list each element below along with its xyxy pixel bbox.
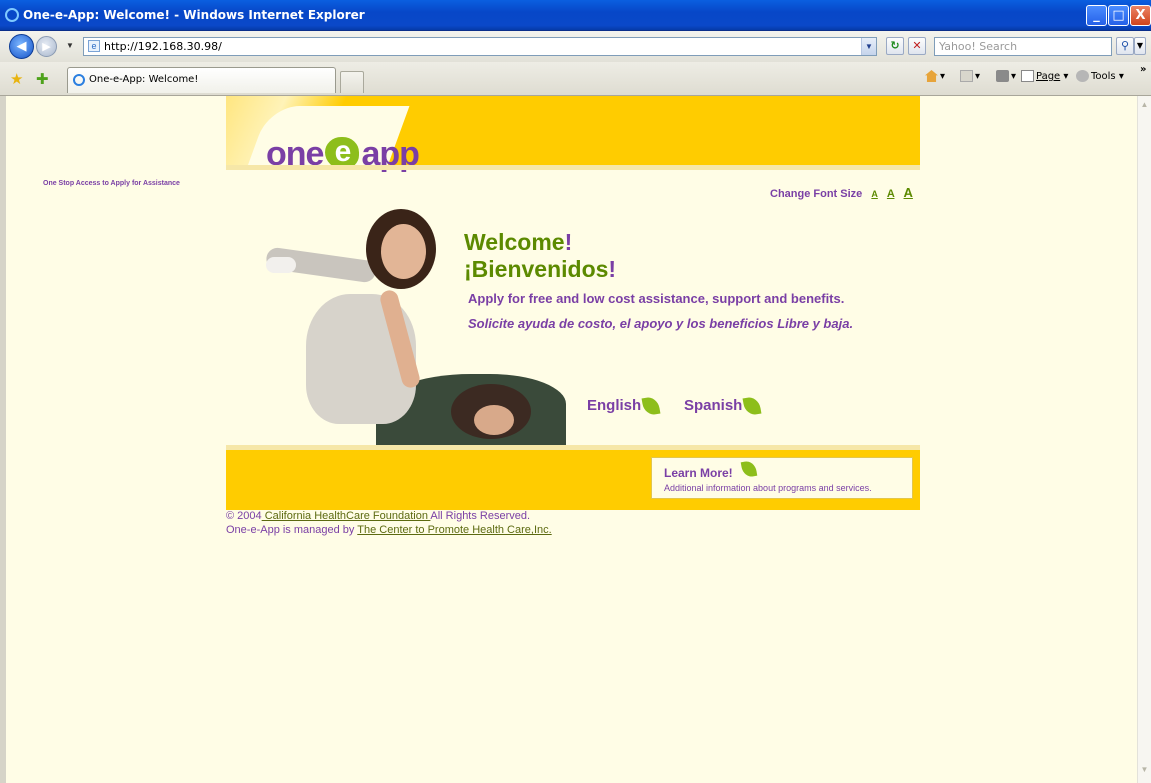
forward-button[interactable]: ▶	[36, 36, 57, 57]
managed-by-text: One-e-App is managed by	[226, 524, 358, 536]
font-size-medium-link[interactable]: A	[887, 188, 895, 200]
tools-menu-label: Tools	[1091, 71, 1116, 82]
bienvenidos-bang: !	[608, 256, 617, 282]
font-size-label: Change Font Size	[770, 188, 863, 200]
site-header-banner: one e app	[226, 96, 920, 173]
scroll-down-icon[interactable]: ▼	[1138, 763, 1151, 777]
add-favorites-icon[interactable]: ✚	[36, 70, 49, 88]
tab-active[interactable]: One-e-App: Welcome!	[67, 67, 336, 93]
scroll-up-icon[interactable]: ▲	[1138, 98, 1151, 112]
english-link[interactable]: English	[587, 395, 661, 417]
search-button[interactable]: ⚲	[1116, 37, 1134, 55]
center-link[interactable]: The Center to Promote Health Care,Inc.	[357, 524, 551, 536]
photo-adult-face	[474, 405, 514, 435]
rights-text: All Rights Reserved.	[430, 510, 531, 522]
spanish-label: Spanish	[684, 397, 743, 414]
stop-button[interactable]: ✕	[908, 37, 926, 55]
ie-logo-icon	[5, 8, 19, 22]
title-bar: One-e-App: Welcome! - Windows Internet E…	[0, 0, 1151, 31]
search-input[interactable]: Yahoo! Search	[934, 37, 1112, 56]
new-tab-button[interactable]	[340, 71, 364, 93]
refresh-button[interactable]: ↻	[886, 37, 904, 55]
tab-toolbar: ★ ✚ One-e-App: Welcome! ▾ ▾ ▾ Page ▾ Too…	[0, 62, 1151, 96]
footer-band: Learn More! Additional information about…	[226, 450, 920, 510]
vertical-scrollbar[interactable]: ▲ ▼	[1137, 96, 1151, 783]
learn-more-box[interactable]: Learn More! Additional information about…	[651, 457, 913, 499]
window-title: One-e-App: Welcome! - Windows Internet E…	[23, 8, 365, 22]
home-icon	[925, 70, 938, 82]
page-menu-label: Page	[1036, 71, 1061, 82]
header-divider	[226, 165, 920, 170]
page-menu[interactable]: Page ▾	[1021, 70, 1068, 82]
page-icon: e	[88, 40, 100, 52]
welcome-bang: !	[564, 229, 573, 255]
back-button[interactable]: ◀	[9, 34, 34, 59]
print-button[interactable]: ▾	[996, 70, 1016, 82]
learn-more-title: Learn More!	[664, 466, 733, 480]
home-button[interactable]: ▾	[925, 70, 945, 82]
web-page: one e app One Stop Access to Apply for Ass…	[6, 96, 1137, 783]
managed-by-line: One-e-App is managed by The Center to Pr…	[226, 524, 552, 536]
minimize-button[interactable]: _	[1086, 5, 1107, 26]
font-size-small-link[interactable]: A	[871, 189, 878, 199]
copyright-year: © 2004	[226, 510, 262, 522]
rss-feed-icon	[960, 70, 973, 82]
chcf-link[interactable]: California HealthCare Foundation	[262, 510, 431, 522]
photo-child-shoe	[266, 257, 296, 273]
spanish-link[interactable]: Spanish	[684, 395, 762, 417]
change-font-size: Change Font Size A A A	[770, 185, 913, 200]
copyright-line: © 2004 California HealthCare Foundation …	[226, 510, 530, 522]
leaf-arrow-icon	[641, 395, 661, 417]
maximize-button[interactable]: □	[1108, 5, 1129, 26]
favorites-star-icon[interactable]: ★	[10, 70, 23, 88]
address-url: http://192.168.30.98/	[104, 40, 222, 53]
forward-arrow-icon: ▶	[42, 40, 51, 53]
gear-icon	[1076, 70, 1089, 82]
photo-child-face	[381, 224, 426, 279]
recent-pages-dropdown[interactable]: ▼	[66, 41, 74, 50]
page-doc-icon	[1021, 70, 1034, 82]
welcome-heading: Welcome! ¡Bienvenidos!	[464, 229, 616, 283]
learn-more-description: Additional information about programs an…	[664, 483, 872, 493]
tab-label: One-e-App: Welcome!	[89, 74, 199, 85]
address-bar[interactable]: e http://192.168.30.98/ ▼	[83, 37, 877, 56]
more-commands-chevron-icon[interactable]: »	[1140, 64, 1146, 75]
address-toolbar: ◀ ▶ ▼ e http://192.168.30.98/ ▼ ↻ ✕ Yaho…	[0, 31, 1151, 62]
address-dropdown-icon[interactable]: ▼	[861, 38, 876, 55]
tools-menu[interactable]: Tools ▾	[1076, 70, 1124, 82]
welcome-text: Welcome	[464, 229, 565, 255]
logo-tagline: One Stop Access to Apply for Assistance	[43, 180, 180, 187]
leaf-arrow-icon	[740, 459, 758, 479]
printer-icon	[996, 70, 1009, 82]
back-arrow-icon: ◀	[16, 39, 27, 54]
leaf-arrow-icon	[742, 395, 762, 417]
bienvenidos-text: ¡Bienvenidos	[464, 256, 609, 282]
close-button[interactable]: X	[1130, 5, 1151, 26]
english-label: English	[587, 397, 642, 414]
search-options-dropdown[interactable]: ▼	[1134, 37, 1146, 55]
apply-spanish-text: Solicite ayuda de costo, el apoyo y los …	[468, 316, 854, 331]
ie-tab-icon	[73, 74, 85, 86]
feeds-button[interactable]: ▾	[960, 70, 980, 82]
apply-english-text: Apply for free and low cost assistance, …	[468, 291, 845, 306]
font-size-large-link[interactable]: A	[904, 185, 913, 200]
